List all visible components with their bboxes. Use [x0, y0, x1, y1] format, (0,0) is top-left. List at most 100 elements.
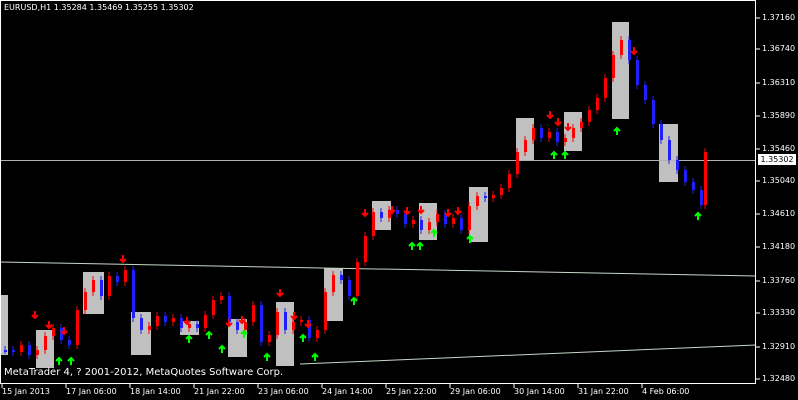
- candle-body: [644, 85, 647, 100]
- candle-body: [284, 312, 287, 330]
- copyright-text: MetaTrader 4, ? 2001-2012, MetaQuotes So…: [4, 367, 284, 378]
- candle-body: [164, 316, 167, 322]
- candle-body: [292, 322, 295, 330]
- price-label: 1.35890: [762, 111, 796, 120]
- candle-body: [116, 276, 119, 282]
- candle-body: [420, 220, 423, 230]
- candle-body: [492, 195, 495, 198]
- up-arrow-icon: [263, 352, 271, 361]
- candle-body: [268, 335, 271, 342]
- chart-axes: [0, 0, 760, 388]
- candle-body: [556, 132, 559, 142]
- trend-line-lower[interactable]: [299, 344, 757, 365]
- candle-body: [436, 214, 439, 222]
- candle-body: [156, 316, 159, 326]
- trend-line-upper[interactable]: [0, 261, 757, 277]
- time-label: 29 Jan 06:00: [450, 387, 501, 396]
- candle-body: [364, 236, 367, 262]
- candle-body: [204, 315, 207, 328]
- up-arrow-icon: [613, 126, 621, 135]
- candle-body: [212, 300, 215, 315]
- candle-body: [500, 188, 503, 195]
- candle-body: [524, 140, 527, 152]
- candle-body: [316, 330, 319, 338]
- candle-body: [580, 122, 583, 128]
- range-box: [0, 295, 8, 355]
- candle-body: [588, 110, 591, 122]
- candle-body: [612, 55, 615, 78]
- candle-body: [660, 124, 663, 140]
- candle-body: [412, 220, 415, 224]
- up-arrow-icon: [550, 150, 558, 159]
- price-label: 1.35040: [762, 176, 796, 185]
- down-arrow-icon: [546, 111, 554, 120]
- candle-body: [324, 292, 327, 330]
- candle-body: [700, 190, 703, 205]
- candle-body: [372, 212, 375, 236]
- symbol-info: EURUSD,H1 1.35284 1.35469 1.35255 1.3530…: [4, 3, 194, 12]
- price-label: 1.32910: [762, 342, 796, 351]
- candle-body: [564, 138, 567, 142]
- time-label: 18 Jan 14:00: [130, 387, 181, 396]
- time-label: 25 Jan 22:00: [386, 387, 437, 396]
- up-arrow-icon: [694, 211, 702, 220]
- candle-body: [4, 350, 7, 352]
- candle-body: [60, 328, 63, 340]
- candle-body: [572, 128, 575, 138]
- range-boxes: [0, 22, 678, 368]
- candle-body: [468, 206, 471, 230]
- down-arrow-icon: [183, 317, 191, 326]
- price-label: 1.35460: [762, 144, 796, 153]
- down-arrow-icon: [276, 289, 284, 298]
- candle-body: [68, 340, 71, 345]
- candle-body: [620, 40, 623, 55]
- candle-body: [132, 270, 135, 318]
- time-label: 31 Jan 22:00: [578, 387, 629, 396]
- up-arrow-icon: [67, 356, 75, 365]
- candle-body: [12, 350, 15, 352]
- candle-body: [100, 280, 103, 296]
- candle-body: [604, 78, 607, 98]
- price-chart[interactable]: [0, 0, 798, 400]
- candle-body: [476, 196, 479, 206]
- time-label: 15 Jan 2013: [2, 387, 50, 396]
- candle-body: [76, 310, 79, 345]
- time-label: 4 Feb 06:00: [642, 387, 690, 396]
- candle-body: [188, 324, 191, 328]
- trend-lines[interactable]: [0, 160, 757, 365]
- candle-body: [692, 182, 695, 190]
- candle-body: [348, 280, 351, 296]
- chart-window[interactable]: EURUSD,H1 1.35284 1.35469 1.35255 1.3530…: [0, 0, 798, 400]
- candle-body: [220, 296, 223, 300]
- candle-body: [668, 140, 671, 160]
- current-price-label: 1.35302: [758, 154, 796, 165]
- candle-body: [252, 305, 255, 322]
- candle-body: [236, 322, 239, 330]
- time-label: 23 Jan 06:00: [258, 387, 309, 396]
- price-label: 1.32480: [762, 374, 796, 383]
- candle-body: [684, 170, 687, 182]
- price-label: 1.37160: [762, 13, 796, 22]
- candle-body: [172, 318, 175, 322]
- price-label: 1.34610: [762, 209, 796, 218]
- candle-body: [124, 270, 127, 282]
- down-arrow-icon: [403, 207, 411, 216]
- time-label: 21 Jan 22:00: [194, 387, 245, 396]
- candle-body: [244, 322, 247, 330]
- candle-body: [28, 345, 31, 355]
- time-label: 24 Jan 14:00: [322, 387, 373, 396]
- candle-body: [508, 174, 511, 188]
- up-arrow-icon: [416, 241, 424, 250]
- down-arrow-icon: [119, 255, 127, 264]
- down-arrow-icon: [238, 316, 246, 325]
- up-arrow-icon: [311, 352, 319, 361]
- price-label: 1.33760: [762, 276, 796, 285]
- candle-body: [548, 132, 551, 138]
- time-label: 30 Jan 14:00: [514, 387, 565, 396]
- candle-body: [532, 128, 535, 140]
- candle-body: [340, 275, 343, 280]
- candle-body: [196, 324, 199, 328]
- candle-body: [356, 262, 359, 296]
- candle-body: [540, 128, 543, 138]
- price-label: 1.33330: [762, 308, 796, 317]
